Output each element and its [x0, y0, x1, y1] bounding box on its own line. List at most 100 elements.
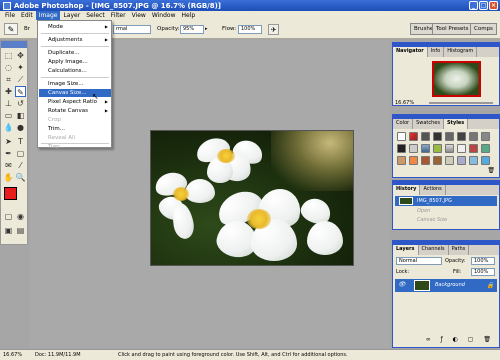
navigator-zoom-slider[interactable]	[429, 102, 493, 104]
history-brush-icon[interactable]: ↺	[15, 98, 26, 109]
magic-wand-icon[interactable]: ✦	[15, 62, 26, 73]
trash-icon[interactable]: 🗑	[487, 167, 495, 174]
flow-field[interactable]: 100%	[238, 25, 262, 34]
style-swatch[interactable]	[457, 156, 466, 165]
path-selection-icon[interactable]: ➤	[3, 136, 14, 147]
menu-view[interactable]: View	[129, 11, 149, 20]
fill-field[interactable]: 100%	[471, 268, 495, 276]
slice-tool-icon[interactable]: ⟋	[15, 74, 26, 85]
blur-tool-icon[interactable]: 💧	[3, 122, 14, 133]
menu-image[interactable]: Image	[35, 11, 61, 20]
style-swatch[interactable]	[445, 132, 454, 141]
style-swatch[interactable]	[481, 156, 490, 165]
menu-item-calculations[interactable]: Calculations...	[39, 67, 111, 75]
eyedropper-icon[interactable]: ⁄	[15, 160, 26, 171]
menu-item-duplicate[interactable]: Duplicate...	[39, 49, 111, 57]
healing-brush-icon[interactable]: ✚	[3, 86, 14, 97]
clone-stamp-icon[interactable]: ⊥	[3, 98, 14, 109]
style-swatch[interactable]	[445, 144, 454, 153]
opacity-arrow-icon[interactable]: ▸	[205, 26, 208, 32]
style-swatch[interactable]	[409, 144, 418, 153]
gradient-tool-icon[interactable]: ◧	[15, 110, 26, 121]
tab-styles[interactable]: Styles	[443, 119, 469, 129]
foreground-color-swatch[interactable]	[4, 187, 17, 200]
crop-tool-icon[interactable]: ⌗	[3, 74, 14, 85]
full-screen-icon[interactable]: ▤	[15, 225, 26, 236]
menu-select[interactable]: Select	[83, 11, 108, 20]
style-swatch[interactable]	[421, 156, 430, 165]
zoom-tool-icon[interactable]: 🔍	[15, 172, 26, 183]
move-tool-icon[interactable]: ✥	[15, 50, 26, 61]
style-swatch[interactable]	[397, 132, 406, 141]
close-button[interactable]: ×	[489, 1, 498, 10]
tab-history[interactable]: History	[393, 185, 421, 195]
tab-layers[interactable]: Layers	[393, 245, 419, 255]
menu-item-trim[interactable]: Trim...	[39, 125, 111, 133]
brush-tool-icon[interactable]: ✎	[15, 86, 26, 97]
hand-tool-icon[interactable]: ✋	[3, 172, 14, 183]
notes-tool-icon[interactable]: ✉	[3, 160, 14, 171]
lasso-tool-icon[interactable]: ◌	[3, 62, 14, 73]
style-swatch[interactable]	[445, 156, 454, 165]
navigator-zoom[interactable]: 16.67%	[395, 100, 414, 106]
style-swatch[interactable]	[433, 144, 442, 153]
tab-comps[interactable]: Comps	[470, 23, 497, 35]
pen-tool-icon[interactable]: ✒	[3, 148, 14, 159]
brush-tool-preset-icon[interactable]: ✎	[4, 23, 18, 35]
style-swatch[interactable]	[457, 144, 466, 153]
history-snapshot[interactable]: IMG_8507.JPG	[395, 196, 497, 206]
menu-item-image-size[interactable]: Image Size...	[39, 80, 111, 88]
quick-mask-icon[interactable]: ◉	[15, 211, 26, 222]
shape-tool-icon[interactable]: ▢	[15, 148, 26, 159]
menu-edit[interactable]: Edit	[18, 11, 36, 20]
style-swatch[interactable]	[457, 132, 466, 141]
style-swatch[interactable]	[481, 144, 490, 153]
layer-buttons-bar[interactable]: ∞ ƒ ◐ ▢ 🗑	[395, 336, 497, 345]
dodge-tool-icon[interactable]: ●	[15, 122, 26, 133]
standard-mode-icon[interactable]: ▢	[3, 211, 14, 222]
menu-item-apply-image[interactable]: Apply Image...	[39, 58, 111, 66]
mode-select[interactable]: rmal	[113, 25, 151, 34]
menu-item-rotate-canvas[interactable]: Rotate Canvas ▶	[39, 107, 111, 115]
style-swatch[interactable]	[421, 132, 430, 141]
eye-icon[interactable]: 👁	[398, 282, 406, 288]
menu-layer[interactable]: Layer	[60, 11, 83, 20]
style-swatch[interactable]	[433, 156, 442, 165]
menu-window[interactable]: Window	[149, 11, 179, 20]
status-zoom[interactable]: 16.67%	[3, 350, 22, 360]
tab-info[interactable]: Info	[428, 47, 445, 57]
opacity-field[interactable]: 95%	[180, 25, 204, 34]
layer-row-background[interactable]: 👁 Background 🔒	[395, 279, 497, 292]
minimize-button[interactable]: _	[469, 1, 478, 10]
menu-item-adjustments[interactable]: Adjustments ▶	[39, 36, 111, 44]
tab-paths[interactable]: Paths	[449, 245, 470, 255]
tab-channels[interactable]: Channels	[419, 245, 449, 255]
menu-filter[interactable]: Filter	[108, 11, 129, 20]
screen-mode-icon[interactable]: ▣	[3, 225, 14, 236]
blend-mode-select[interactable]: Normal	[396, 257, 442, 265]
tab-actions[interactable]: Actions	[420, 185, 446, 195]
marquee-tool-icon[interactable]: ⬚	[3, 50, 14, 61]
menu-file[interactable]: File	[2, 11, 18, 20]
tab-swatches[interactable]: Swatches	[413, 119, 444, 129]
style-swatch[interactable]	[397, 156, 406, 165]
history-state-open[interactable]: Open	[417, 208, 430, 214]
style-swatch[interactable]	[397, 144, 406, 153]
type-tool-icon[interactable]: T	[15, 136, 26, 147]
menu-help[interactable]: Help	[179, 11, 199, 20]
style-swatch[interactable]	[481, 132, 490, 141]
menu-item-pixel-aspect-ratio[interactable]: Pixel Aspect Ratio ▶	[39, 98, 111, 106]
navigator-thumbnail[interactable]	[432, 61, 481, 97]
tab-navigator[interactable]: Navigator	[393, 47, 428, 57]
style-swatch[interactable]	[409, 156, 418, 165]
style-swatch[interactable]	[421, 144, 430, 153]
style-swatch[interactable]	[469, 156, 478, 165]
history-state-canvas-size[interactable]: Canvas Size	[417, 217, 447, 223]
document-image[interactable]	[150, 130, 354, 266]
maximize-button[interactable]: □	[479, 1, 488, 10]
tab-tool-presets[interactable]: Tool Presets	[432, 23, 473, 35]
style-swatch[interactable]	[469, 132, 478, 141]
layer-opacity-field[interactable]: 100%	[471, 257, 495, 265]
tab-color[interactable]: Color	[393, 119, 414, 129]
menu-item-mode[interactable]: Mode ▶	[39, 23, 111, 31]
